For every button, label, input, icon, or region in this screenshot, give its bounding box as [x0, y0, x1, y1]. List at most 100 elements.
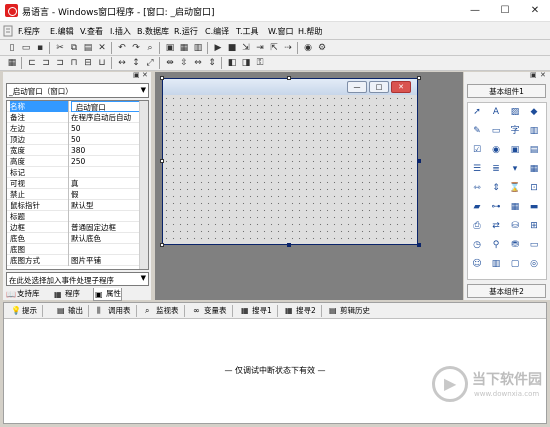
minimize-button[interactable]: — [460, 0, 490, 22]
property-value[interactable]: 默认底色 [71, 233, 141, 244]
drive-icon[interactable]: ⛃ [508, 239, 522, 252]
tab-support-library[interactable]: 📖 支持库 [5, 288, 40, 301]
center-vertical-icon[interactable]: ⇕ [206, 57, 218, 69]
monitor-icon[interactable]: ▢ [508, 258, 522, 271]
step-out-icon[interactable]: ⇱ [268, 42, 280, 54]
resize-handle[interactable] [287, 243, 291, 247]
open-file-icon[interactable]: ▭ [20, 42, 32, 54]
resize-handle[interactable] [417, 243, 421, 247]
menu-view[interactable]: V.查看 [80, 26, 103, 37]
align-top-icon[interactable]: ⊓ [68, 57, 80, 69]
property-row-height[interactable]: 高度 250 [7, 156, 141, 167]
maximize-button[interactable]: ☐ [490, 0, 520, 22]
image-icon[interactable]: ▨ [508, 106, 522, 119]
property-value[interactable]: 250 [71, 156, 141, 167]
tab-clip-history[interactable]: ▤ 剪辑历史 [328, 306, 370, 316]
same-size-icon[interactable]: ⤢ [144, 57, 156, 69]
status-icon[interactable]: ▬ [527, 201, 541, 214]
property-row-remark[interactable]: 备注 在程序启动后自动 [7, 112, 141, 123]
tab-program[interactable]: ▦ 程序 [53, 288, 80, 301]
run-to-cursor-icon[interactable]: ⇢ [282, 42, 294, 54]
center-horizontal-icon[interactable]: ⇔ [192, 57, 204, 69]
user-icon[interactable]: ☺ [470, 258, 484, 271]
copy-icon[interactable]: ⧉ [68, 42, 80, 54]
table-icon[interactable]: ▦ [527, 163, 541, 176]
property-scrollbar[interactable] [139, 101, 148, 269]
progress-icon[interactable]: ▰ [470, 201, 484, 214]
tab-icon[interactable]: ▤ [527, 144, 541, 157]
property-value-input[interactable]: _启动窗口 [71, 101, 141, 112]
combo-icon[interactable]: ▾ [508, 163, 522, 176]
database-icon[interactable]: ⛁ [508, 220, 522, 233]
event-select[interactable]: 在此处选择加入事件处理子程序 ▼ [6, 272, 149, 286]
list-icon[interactable]: ☰ [470, 163, 484, 176]
view-design-icon[interactable]: ▣ [164, 42, 176, 54]
same-width-icon[interactable]: ↔ [116, 57, 128, 69]
resize-handle[interactable] [417, 76, 421, 80]
menu-help[interactable]: H.帮助 [298, 26, 322, 37]
redo-icon[interactable]: ↷ [130, 42, 142, 54]
tab-properties[interactable]: ▣ 属性 [93, 288, 122, 301]
button-icon[interactable]: ▣ [508, 144, 522, 157]
slider-icon[interactable]: ⊶ [489, 201, 503, 214]
property-value[interactable]: 普通固定边框 [71, 222, 141, 233]
printer-icon[interactable]: ⎙ [470, 220, 484, 233]
shape-icon[interactable]: ◆ [527, 106, 541, 119]
clock-icon[interactable]: ◷ [470, 239, 484, 252]
panel-close-icon[interactable]: ✕ [142, 71, 148, 79]
font-icon[interactable]: 字 [508, 125, 522, 138]
checkbox-icon[interactable]: ☑ [470, 144, 484, 157]
same-height-icon[interactable]: ↕ [130, 57, 142, 69]
property-value[interactable]: 50 [71, 134, 141, 145]
list2-icon[interactable]: ≣ [489, 163, 503, 176]
step-into-icon[interactable]: ⇲ [240, 42, 252, 54]
space-vertical-icon[interactable]: ⇳ [178, 57, 190, 69]
property-row-name[interactable]: 名称 _启动窗口 [7, 101, 141, 112]
align-middle-icon[interactable]: ⊟ [82, 57, 94, 69]
resize-handle[interactable] [287, 76, 291, 80]
run-icon[interactable]: ▶ [212, 42, 224, 54]
property-value[interactable]: 380 [71, 145, 141, 156]
property-value[interactable]: 图片平铺 [71, 255, 141, 266]
tab-search-1[interactable]: ▦ 搜寻1 [240, 305, 278, 317]
label-icon[interactable]: A [489, 106, 503, 119]
menu-tools[interactable]: T.工具 [236, 26, 258, 37]
form-canvas[interactable] [163, 95, 417, 244]
component-group-2-button[interactable]: 基本组件2 [467, 284, 546, 298]
data-icon[interactable]: ⊞ [527, 220, 541, 233]
pointer-icon[interactable]: ➚ [470, 106, 484, 119]
pin-icon[interactable]: ▣ [530, 71, 537, 79]
property-row-visible[interactable]: 可视 真 [7, 178, 141, 189]
property-row-disabled[interactable]: 禁止 假 [7, 189, 141, 200]
property-value[interactable]: 假 [71, 189, 141, 200]
lock-icon[interactable]: ⚿ [254, 57, 266, 69]
property-value[interactable] [71, 244, 141, 255]
close-window-button[interactable]: ✕ [520, 0, 550, 22]
menu-database[interactable]: B.数据库 [137, 26, 169, 37]
resize-handle[interactable] [160, 243, 164, 247]
tab-search-2[interactable]: ▦ 搜寻2 [284, 305, 322, 317]
property-value[interactable] [71, 211, 141, 222]
bring-front-icon[interactable]: ◧ [226, 57, 238, 69]
property-row-top[interactable]: 顶边 50 [7, 134, 141, 145]
media-icon[interactable]: ◎ [527, 258, 541, 271]
tab-hints[interactable]: 💡 提示 [10, 305, 43, 317]
property-row-bgcolor[interactable]: 底色 默认底色 [7, 233, 141, 244]
menu-compile[interactable]: C.编译 [205, 26, 229, 37]
server-icon[interactable]: ▥ [489, 258, 503, 271]
compile-icon[interactable]: ⚙ [316, 42, 328, 54]
view-split-icon[interactable]: ▥ [192, 42, 204, 54]
panel-close-icon[interactable]: ✕ [540, 71, 546, 79]
property-row-bgimage[interactable]: 底图 [7, 244, 141, 255]
new-file-icon[interactable]: ▯ [6, 42, 18, 54]
property-value[interactable]: 真 [71, 178, 141, 189]
timer-icon[interactable]: ⌛ [508, 182, 522, 195]
property-value[interactable]: 50 [71, 123, 141, 134]
resize-handle[interactable] [160, 76, 164, 80]
align-left-icon[interactable]: ⊏ [26, 57, 38, 69]
property-row-bgimage-mode[interactable]: 底图方式 图片平铺 [7, 255, 141, 266]
form-window[interactable]: — □ ✕ [162, 78, 418, 245]
property-row-left[interactable]: 左边 50 [7, 123, 141, 134]
resize-handle[interactable] [417, 159, 421, 163]
vscroll-icon[interactable]: ⇕ [489, 182, 503, 195]
